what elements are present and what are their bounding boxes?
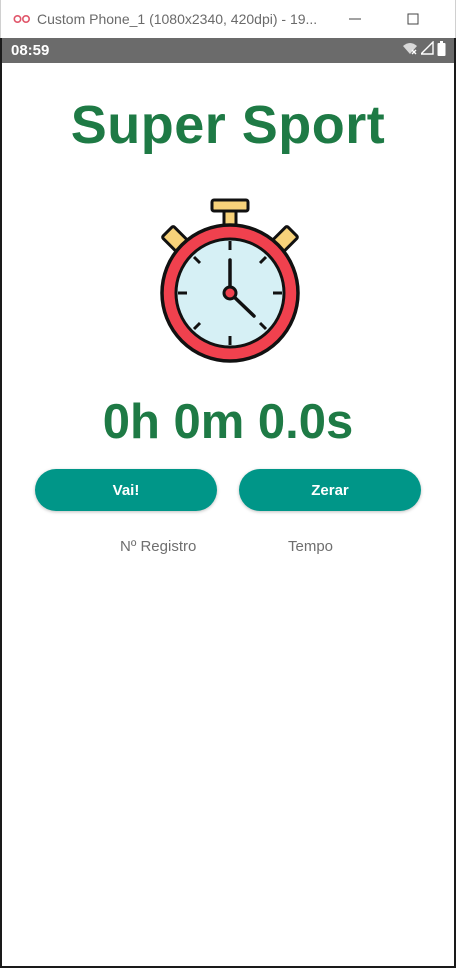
phone-screen: 08:59 Super Sport 0h 0m 0.0s Vai! Zerar …	[0, 38, 456, 968]
app-title: Super Sport	[70, 95, 386, 155]
wifi-icon	[402, 41, 418, 60]
window-titlebar: Custom Phone_1 (1080x2340, 420dpi) - 19.…	[0, 0, 456, 38]
window-title: Custom Phone_1 (1080x2340, 420dpi) - 19.…	[37, 11, 318, 27]
maximize-icon[interactable]	[402, 8, 424, 30]
header-registro: Nº Registro	[120, 538, 197, 555]
reset-button[interactable]: Zerar	[239, 469, 421, 511]
timer-display: 0h 0m 0.0s	[102, 395, 354, 449]
battery-icon	[437, 40, 446, 61]
signal-icon	[419, 40, 434, 60]
emulator-icon	[13, 12, 31, 30]
status-icons	[402, 40, 446, 61]
minimize-icon[interactable]	[344, 8, 366, 30]
start-button[interactable]: Vai!	[35, 469, 217, 511]
status-time: 08:59	[11, 42, 50, 59]
status-bar: 08:59	[2, 38, 454, 63]
header-tempo: Tempo	[288, 538, 334, 555]
stopwatch-icon	[154, 196, 306, 371]
